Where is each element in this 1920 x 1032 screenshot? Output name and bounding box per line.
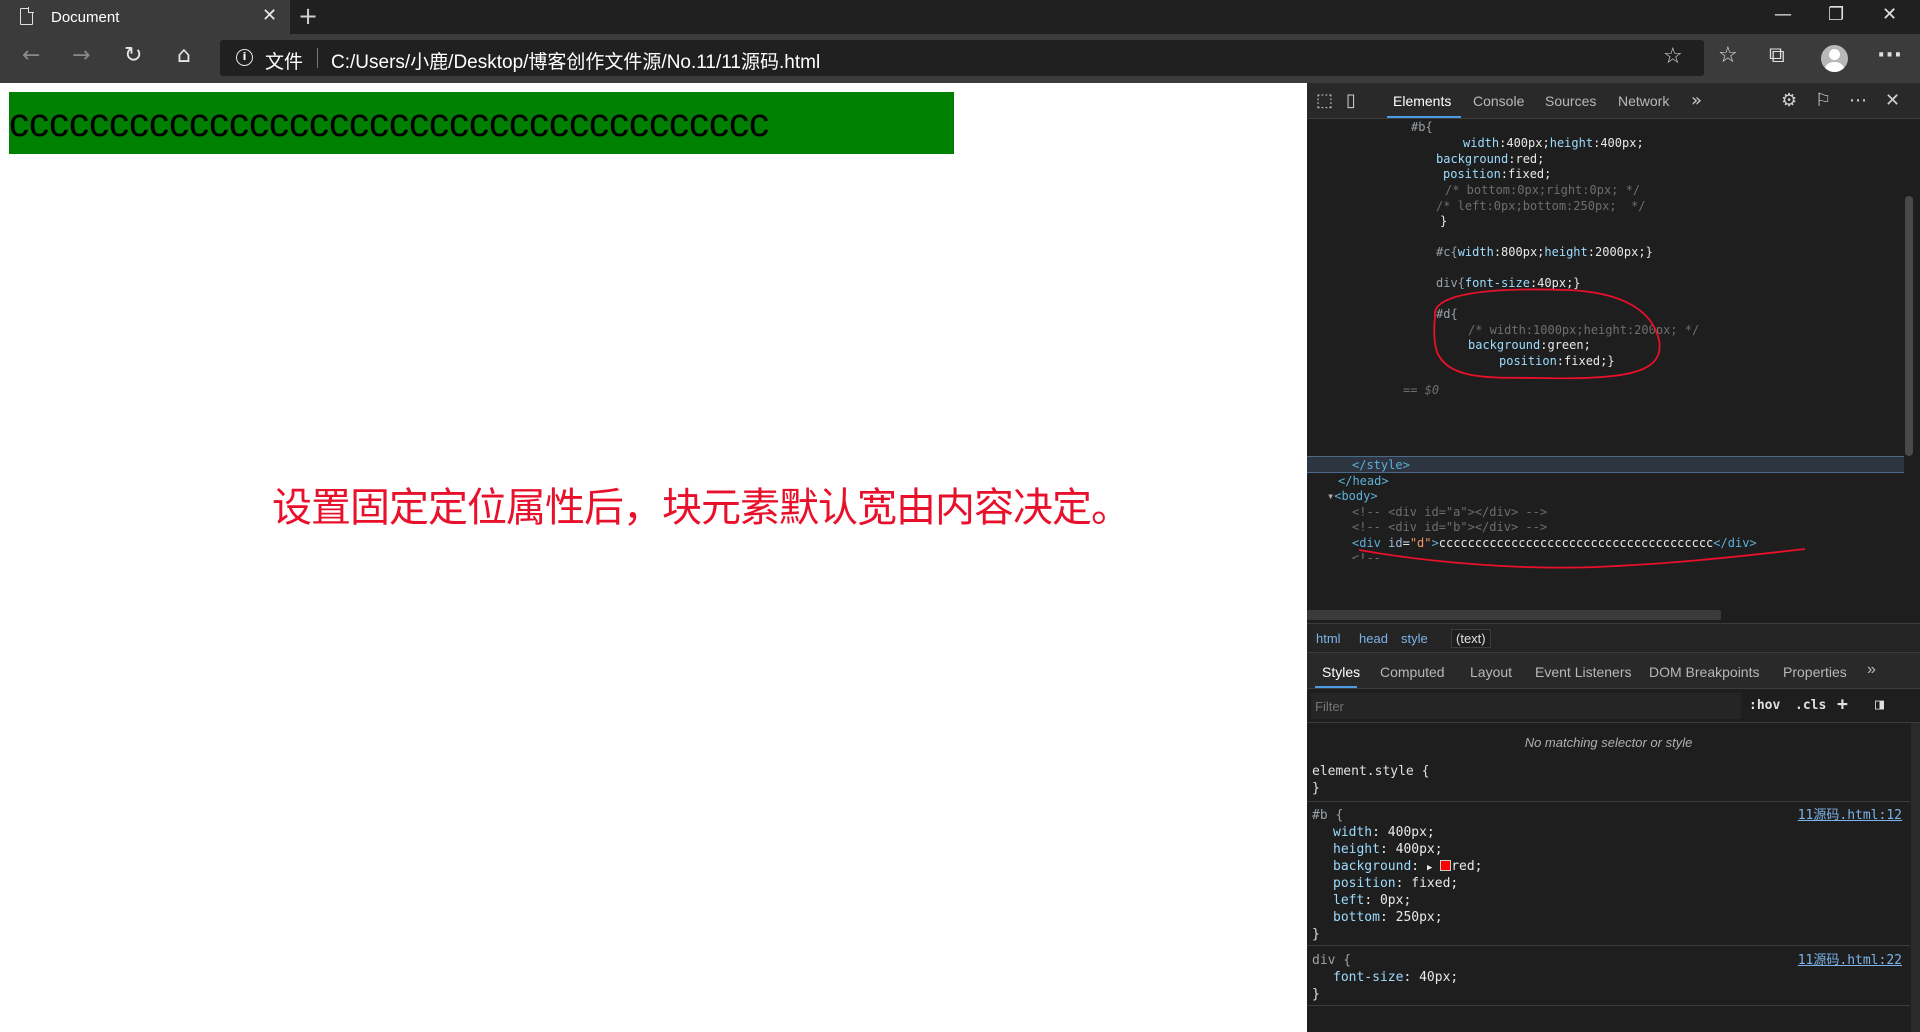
rule-b-property[interactable]: bottom: 250px;	[1333, 909, 1443, 926]
active-tab-indicator	[1387, 116, 1461, 118]
hov-toggle[interactable]: :hov	[1749, 698, 1780, 713]
collections-icon[interactable]: ⧉	[1769, 43, 1785, 68]
code-line[interactable]: </head>	[1338, 473, 1389, 489]
tab-computed[interactable]: Computed	[1380, 664, 1445, 680]
more-tabs-icon[interactable]: »	[1691, 90, 1702, 111]
rule-div-close: }	[1312, 987, 1320, 1002]
close-devtools-icon[interactable]: ✕	[1885, 90, 1900, 111]
rule-b-property[interactable]: height: 400px;	[1333, 841, 1443, 858]
annotation-text: 设置固定定位属性后，块元素默认宽由内容决定。	[272, 485, 1131, 531]
favorite-star-icon[interactable]: ☆	[1663, 44, 1683, 69]
element-style-close: }	[1312, 781, 1320, 796]
rule-div-selector[interactable]: div {	[1312, 952, 1351, 969]
browser-toolbar: ← → ↻ ⌂ i 文件 C:/Users/小鹿/Desktop/博客创作文件源…	[0, 34, 1920, 83]
no-matching-message: No matching selector or style	[1524, 735, 1693, 750]
breadcrumb: html head style (text)	[1307, 623, 1920, 653]
styles-filter-input[interactable]	[1311, 693, 1741, 719]
code-line: <!--	[1352, 551, 1381, 559]
url-text[interactable]: C:/Users/小鹿/Desktop/博客创作文件源/No.11/11源码.h…	[331, 47, 820, 74]
home-icon[interactable]: ⌂	[177, 43, 191, 68]
elements-horizontal-scrollbar[interactable]	[1307, 610, 1721, 620]
address-bar[interactable]: i 文件 C:/Users/小鹿/Desktop/博客创作文件源/No.11/1…	[220, 40, 1704, 76]
refresh-icon[interactable]: ↻	[124, 43, 142, 68]
rule-b-property[interactable]: width: 400px;	[1333, 824, 1435, 841]
styles-tabs: Styles Computed Layout Event Listeners D…	[1307, 653, 1920, 689]
tab-close-icon[interactable]: ✕	[262, 5, 277, 26]
protocol-label: 文件	[265, 51, 304, 73]
tab-layout[interactable]: Layout	[1470, 664, 1512, 680]
element-style-open[interactable]: element.style {	[1312, 763, 1429, 780]
favorites-icon[interactable]: ☆	[1718, 43, 1738, 68]
cls-toggle[interactable]: .cls	[1795, 698, 1826, 713]
rule-divider	[1307, 1005, 1910, 1006]
more-style-tabs-icon[interactable]: »	[1867, 661, 1876, 679]
close-window-icon[interactable]: ✕	[1882, 4, 1897, 25]
profile-avatar[interactable]	[1821, 45, 1848, 72]
rule-b-close: }	[1312, 927, 1320, 942]
new-style-rule-icon[interactable]: +	[1837, 694, 1848, 715]
back-icon[interactable]: ←	[22, 43, 40, 68]
rule-b-property[interactable]: position: fixed;	[1333, 875, 1458, 892]
tab-dom-breakpoints[interactable]: DOM Breakpoints	[1649, 664, 1759, 680]
settings-gear-icon[interactable]: ⚙	[1781, 90, 1797, 111]
breadcrumb-text[interactable]: (text)	[1451, 629, 1491, 648]
devtools-menu-icon[interactable]: ⋯	[1849, 90, 1867, 111]
restore-icon[interactable]: ❐	[1828, 4, 1844, 25]
div-d-element: cccccccccccccccccccccccccccccccccccccc	[9, 92, 954, 154]
rule-b-property[interactable]: left: 0px;	[1333, 892, 1411, 909]
code-line[interactable]: ▾<body>	[1327, 488, 1378, 504]
tab-event-listeners[interactable]: Event Listeners	[1535, 664, 1632, 680]
rule-b-selector[interactable]: #b {	[1312, 807, 1343, 824]
feedback-icon[interactable]: ⚐	[1815, 90, 1831, 111]
tab-network[interactable]: Network	[1618, 93, 1669, 109]
tab-title: Document	[51, 9, 120, 26]
breadcrumb-html[interactable]: html	[1316, 631, 1341, 646]
styles-filter-row: :hov .cls + ◨	[1307, 689, 1920, 723]
document-icon	[20, 7, 34, 25]
elements-tree[interactable]: #b{ width:400px;height:400px; background…	[1307, 120, 1907, 610]
code-line[interactable]: <!-- <div id="b"></div> -->	[1352, 519, 1547, 535]
forward-icon[interactable]: →	[72, 43, 90, 68]
rule-div-source-link[interactable]: 11源码.html:22	[1798, 952, 1902, 969]
tab-document[interactable]: Document ✕	[0, 0, 290, 34]
rule-divider	[1307, 801, 1910, 802]
color-swatch[interactable]	[1440, 860, 1452, 871]
tab-elements[interactable]: Elements	[1393, 93, 1451, 109]
info-icon[interactable]: i	[236, 49, 253, 66]
address-separator	[317, 48, 318, 68]
new-tab-icon[interactable]: +	[298, 2, 318, 30]
toggle-sidebar-icon[interactable]: ◨	[1875, 695, 1884, 713]
rule-divider	[1307, 945, 1910, 946]
tab-sources[interactable]: Sources	[1545, 93, 1596, 109]
breadcrumb-head[interactable]: head	[1359, 631, 1388, 646]
styles-scrollbar[interactable]	[1911, 723, 1920, 1032]
code-line[interactable]: </style>	[1352, 457, 1410, 473]
tab-styles[interactable]: Styles	[1322, 664, 1360, 680]
active-styles-tab-indicator	[1315, 686, 1357, 688]
devtools-tabs: ⬚ ▯ Elements Console Sources Network » ⚙…	[1307, 83, 1920, 119]
code-line[interactable]: <!-- <div id="a"></div> -->	[1352, 504, 1547, 520]
devtools-panel: ⬚ ▯ Elements Console Sources Network » ⚙…	[1307, 83, 1920, 1032]
breadcrumb-style[interactable]: style	[1401, 631, 1428, 646]
elements-vertical-scrollbar[interactable]	[1905, 196, 1913, 456]
more-menu-icon[interactable]: ···	[1877, 43, 1902, 68]
minimize-icon[interactable]: —	[1774, 4, 1792, 25]
code-line[interactable]: <div id="d">cccccccccccccccccccccccccccc…	[1352, 535, 1757, 551]
selected-node-marker: == $0	[1403, 383, 1440, 397]
rule-b-source-link[interactable]: 11源码.html:12	[1798, 807, 1902, 824]
tab-console[interactable]: Console	[1473, 93, 1524, 109]
rule-div-property[interactable]: font-size: 40px;	[1333, 969, 1458, 986]
tab-bar: Document ✕ + — ❐ ✕	[0, 0, 1920, 34]
device-toolbar-icon[interactable]: ▯	[1346, 90, 1356, 111]
tab-properties[interactable]: Properties	[1783, 664, 1847, 680]
inspect-element-icon[interactable]: ⬚	[1316, 90, 1333, 111]
styles-rules: No matching selector or style element.st…	[1307, 723, 1910, 1032]
page-viewport: cccccccccccccccccccccccccccccccccccccc 设…	[0, 83, 1307, 1032]
